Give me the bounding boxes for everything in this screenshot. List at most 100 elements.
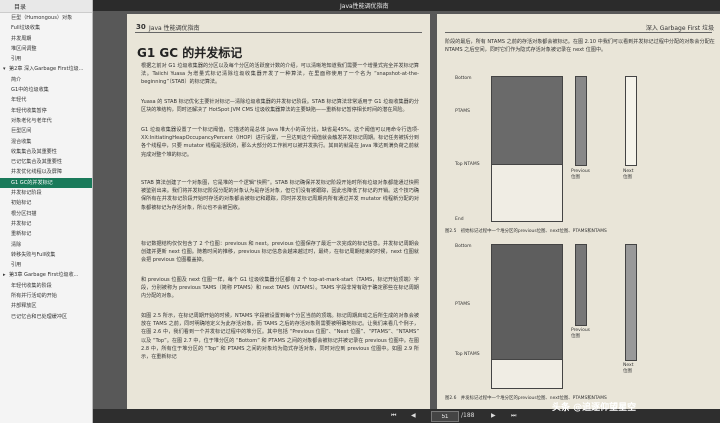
left-page: 30 Java 性能调优指南 G1 GC 的并发标记 根据之前对 G1 垃圾收集… <box>127 14 430 409</box>
sidebar-item-label: 引用 <box>11 56 22 63</box>
sidebar-item[interactable]: 引用 <box>0 260 92 270</box>
sidebar-item-label: 并发标记阶段 <box>11 190 42 197</box>
sidebar-item-label: 重新标记 <box>11 231 32 238</box>
sidebar-item-label: 初始标记 <box>11 200 32 207</box>
previous-bitmap <box>575 76 587 166</box>
figure-label: Bottom <box>455 244 472 249</box>
previous-bitmap <box>575 244 587 326</box>
sidebar-item[interactable]: 已记忆合和已处理缓冲区 <box>0 312 92 322</box>
next-bitmap <box>625 244 637 361</box>
sidebar-item[interactable]: ▸ 第3章 Garbage First垃圾收... <box>0 270 92 280</box>
heap-region-free <box>491 164 563 222</box>
sidebar-item-label: 年轻代 <box>11 97 27 104</box>
figure-label: Bottom <box>455 76 472 81</box>
figure-label: Previous 位图 <box>571 169 591 180</box>
sidebar-item[interactable]: 转移失败与Full收集 <box>0 250 92 260</box>
sidebar-item[interactable]: 并发标记 <box>0 219 92 229</box>
sidebar-item[interactable]: 并发优化线程以及屏障 <box>0 167 92 177</box>
sidebar-item-label: 堆区间调整 <box>11 45 37 52</box>
paragraph: 如图 2.5 所示，在标记周期开始的时候，NTAMS 字段被设置到每个分区当前的… <box>141 313 419 361</box>
sidebar-item[interactable]: 并发周期 <box>0 34 92 44</box>
sidebar-item[interactable]: 年轻代 <box>0 95 92 105</box>
paragraph: 标记数据结构仅仅包含了 2 个位图：previous 和 next。previo… <box>141 241 419 264</box>
sidebar-item-label: 所有并行活动的开始 <box>11 293 57 300</box>
sidebar-item-label: 对象老化与老年代 <box>11 117 52 124</box>
toc-list: 巨型（Humongous）对象 Full垃圾收集 并发周期 堆区间调整 引用 ▾ 第2章 深… <box>0 13 92 322</box>
last-page-button[interactable]: ⏭ <box>511 412 516 420</box>
figure-caption: 图2.5 初始标记过程中一个堆分区的previous位图、next位图、PTAM… <box>445 229 607 234</box>
sidebar-item[interactable]: Full垃圾收集 <box>0 23 92 33</box>
sidebar-item-label: 并发周期 <box>11 35 32 42</box>
sidebar-item[interactable]: 根分区扫描 <box>0 209 92 219</box>
sidebar-item-label: 年轻代收集的阶段 <box>11 282 52 289</box>
sidebar-item[interactable]: 已记忆集合及其重要性 <box>0 157 92 167</box>
tab-contents[interactable]: 目录 <box>14 2 26 11</box>
document-view[interactable]: 30 Java 性能调优指南 G1 GC 的并发标记 根据之前对 G1 垃圾收集… <box>93 11 720 409</box>
page-header-chapter: 深入 Garbage First 垃圾 <box>645 25 714 32</box>
sidebar-item-label: 巨型区间 <box>11 128 32 135</box>
sidebar-item[interactable]: 年轻代收集暂停 <box>0 106 92 116</box>
sidebar-item-label: G1中的垃圾收集 <box>11 87 49 94</box>
figure-label: Next 位图 <box>623 363 634 374</box>
first-page-button[interactable]: ⏮ <box>391 412 396 420</box>
figure-label: End <box>455 217 464 222</box>
sidebar-item-label: 已记忆集合及其重要性 <box>11 159 62 166</box>
total-pages: /188 <box>461 412 475 419</box>
paragraph: Yuasa 的 STAB 标记优化主要针对标记—清除垃圾收集器的并发标记阶段。S… <box>141 99 419 114</box>
watermark: 头条 @追逐仰望星空 <box>552 403 637 413</box>
sidebar-item-label: G1 GC的并发标记 <box>11 179 53 186</box>
sidebar-item-label: 并部释放区 <box>11 303 37 310</box>
sidebar-item[interactable]: 引用 <box>0 54 92 64</box>
sidebar-item[interactable]: 重新标记 <box>0 229 92 239</box>
sidebar-item[interactable]: G1 GC的并发标记 <box>0 177 92 189</box>
figure-label: PTAMS <box>455 109 470 114</box>
heap-region-free <box>491 359 563 389</box>
pdf-reader-window: Java性能调优指南 目录 巨型（Humongous）对象 Full垃圾收集 并发周… <box>0 0 720 423</box>
figure-label: Next 位图 <box>623 169 634 180</box>
sidebar-item[interactable]: 堆区间调整 <box>0 44 92 54</box>
heap-region-used <box>491 76 563 166</box>
sidebar-item[interactable]: 混合收集 <box>0 137 92 147</box>
figure-label: PTAMS <box>455 302 470 307</box>
sidebar-item[interactable]: 对象老化与老年代 <box>0 116 92 126</box>
sidebar-item-label: Full垃圾收集 <box>11 25 41 32</box>
next-page-button[interactable]: ▶ <box>491 412 496 419</box>
sidebar-item-label: 转移失败与Full收集 <box>11 251 56 258</box>
prev-page-button[interactable]: ◀ <box>411 412 416 419</box>
sidebar-item[interactable]: 巨型区间 <box>0 126 92 136</box>
sidebar-item[interactable]: 所有并行活动的开始 <box>0 291 92 301</box>
sidebar-item-label: 并发优化线程以及屏障 <box>11 169 62 176</box>
sidebar-item-label: 巨型（Humongous）对象 <box>11 15 73 21</box>
paragraph: STAB 算法创建了一个对象图，它是堆的一个逻辑“快照”。STAB 标记确保并发… <box>141 180 419 211</box>
sidebar-item[interactable]: 巨型（Humongous）对象 <box>0 13 92 23</box>
window-title: Java性能调优指南 <box>340 3 389 10</box>
title-bar: Java性能调优指南 <box>0 0 720 11</box>
sidebar-item-label: 引用 <box>11 262 22 269</box>
sidebar-item-label: 第2章 深入Garbage First垃圾... <box>9 66 84 73</box>
sidebar-item[interactable]: 初始标记 <box>0 198 92 208</box>
sidebar-item-label: 根分区扫描 <box>11 210 37 217</box>
sidebar-item-label: 第3章 Garbage First垃圾收... <box>9 272 79 279</box>
sidebar-item[interactable]: 并部释放区 <box>0 301 92 311</box>
figure-label: Previous 位图 <box>571 328 591 339</box>
sidebar-item[interactable]: G1中的垃圾收集 <box>0 85 92 95</box>
sidebar-item[interactable]: 年轻代收集的阶段 <box>0 281 92 291</box>
sidebar-item[interactable]: 收集集合及其重要性 <box>0 147 92 157</box>
paragraph: 根据之前对 G1 垃圾收集器的分区以及每个分区的活跃度计数的介绍，可以清晰地知道… <box>141 63 419 86</box>
sidebar-item-label: 简介 <box>11 76 22 83</box>
table-of-contents-sidebar: 目录 巨型（Humongous）对象 Full垃圾收集 并发周期 堆区间调整 引用 ▾ 第2… <box>0 0 93 423</box>
heap-region-used <box>491 244 563 361</box>
sidebar-item[interactable]: 并发标记阶段 <box>0 188 92 198</box>
section-title: G1 GC 的并发标记 <box>137 46 243 60</box>
sidebar-item[interactable]: 简介 <box>0 75 92 85</box>
sidebar-item-label: 收集集合及其重要性 <box>11 148 57 155</box>
sidebar-item-label: 年轻代收集暂停 <box>11 107 47 114</box>
sidebar-item[interactable]: 清除 <box>0 240 92 250</box>
sidebar-header: 目录 <box>0 0 92 13</box>
sidebar-item[interactable]: ▾ 第2章 深入Garbage First垃圾... <box>0 64 92 74</box>
header-rule <box>445 32 712 33</box>
sidebar-item-label: 并发标记 <box>11 220 32 227</box>
paragraph: 和 previous 位图及 next 位图一样，每个 G1 垃圾收集器分区都有… <box>141 277 419 300</box>
page-number-input[interactable] <box>431 411 459 422</box>
header-rule <box>135 32 422 33</box>
